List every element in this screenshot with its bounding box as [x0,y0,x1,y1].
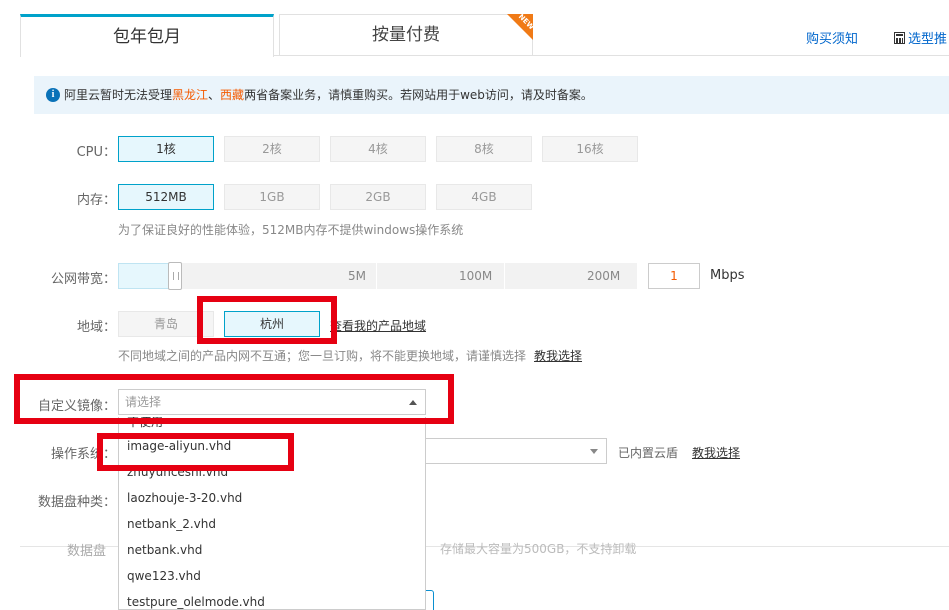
memory-option-4gb[interactable]: 4GB [436,184,532,210]
top-bar: 包年包月 按量付费 NEW 购买须知 选型推 [0,0,949,57]
cpu-option-16[interactable]: 16核 [542,136,638,162]
memory-option-2gb[interactable]: 2GB [330,184,426,210]
os-note: 已内置云盾 [618,446,679,460]
calculator-icon [894,32,905,44]
purchase-notice-link[interactable]: 购买须知 [806,28,858,47]
bandwidth-unit: Mbps [710,268,745,283]
new-badge: NEW [507,14,533,40]
dropdown-option[interactable]: qwe123.vhd [119,563,425,589]
annotation-box-custom-image [14,374,454,424]
bandwidth-tick-5m: 5M [348,269,366,283]
region-hint: 不同地域之间的产品内网不互通；您一旦订购，将不能更换地域，请谨慎选择 [118,349,527,363]
memory-option-512mb[interactable]: 512MB [118,184,214,210]
cpu-option-1[interactable]: 1核 [118,136,214,162]
bandwidth-label: 公网带宽： [50,272,116,287]
dropdown-option[interactable]: laozhouje-3-20.vhd [119,485,425,511]
bandwidth-slider[interactable]: 5M 100M 200M [118,262,637,290]
bandwidth-tick-200m: 200M [587,269,621,283]
info-icon: i [46,88,60,102]
tab-subscription[interactable]: 包年包月 [20,14,274,57]
notice-text-after: 两省备案业务，请慎重购买。若网站用于web访问，请及时备案。 [244,88,593,102]
annotation-box-region [197,296,337,344]
memory-hint: 为了保证良好的性能体验，512MB内存不提供windows操作系统 [118,223,464,237]
bandwidth-divider [376,263,377,289]
dropdown-option[interactable]: netbank_2.vhd [119,511,425,537]
notice-region-2: 西藏 [220,88,245,102]
selection-guide-label: 选型推 [908,32,948,47]
os-help-link[interactable]: 教我选择 [692,444,740,461]
bandwidth-slider-handle[interactable] [168,262,182,290]
data-disk-hint: 存储最大容量为500GB，不支持卸载 [440,542,637,556]
region-help-link[interactable]: 教我选择 [534,347,582,364]
notice-banner: i 阿里云暂时无法受理黑龙江、西藏两省备案业务，请慎重购买。若网站用于web访问… [34,76,949,114]
bandwidth-input[interactable]: 1 [648,263,700,289]
tab-pay-as-you-go-label: 按量付费 [372,25,440,45]
data-disk-label: 数据盘 [66,544,106,559]
notice-sep: 、 [208,88,221,102]
dropdown-option[interactable]: netbank.vhd [119,537,425,563]
cpu-option-8[interactable]: 8核 [436,136,532,162]
tab-pay-as-you-go[interactable]: 按量付费 NEW [279,14,533,56]
memory-option-1gb[interactable]: 1GB [224,184,320,210]
bandwidth-tick-100m: 100M [459,269,493,283]
bottom-button-edge[interactable] [426,590,434,610]
dropdown-option[interactable]: testpure_olelmode.vhd [119,589,425,609]
chevron-down-icon [590,449,598,454]
notice-region-1: 黑龙江 [172,88,209,102]
cpu-option-2[interactable]: 2核 [224,136,320,162]
view-my-regions-link[interactable]: 查看我的产品地域 [330,317,426,334]
bandwidth-divider [504,263,505,289]
memory-label: 内存： [76,193,116,208]
region-label: 地域： [76,320,116,335]
cpu-option-4[interactable]: 4核 [330,136,426,162]
notice-text-before: 阿里云暂时无法受理 [64,88,173,102]
data-disk-type-label: 数据盘种类： [37,495,116,510]
annotation-box-image-option [97,433,294,471]
selection-guide-link[interactable]: 选型推 [894,28,947,47]
cpu-label: CPU： [76,145,116,160]
